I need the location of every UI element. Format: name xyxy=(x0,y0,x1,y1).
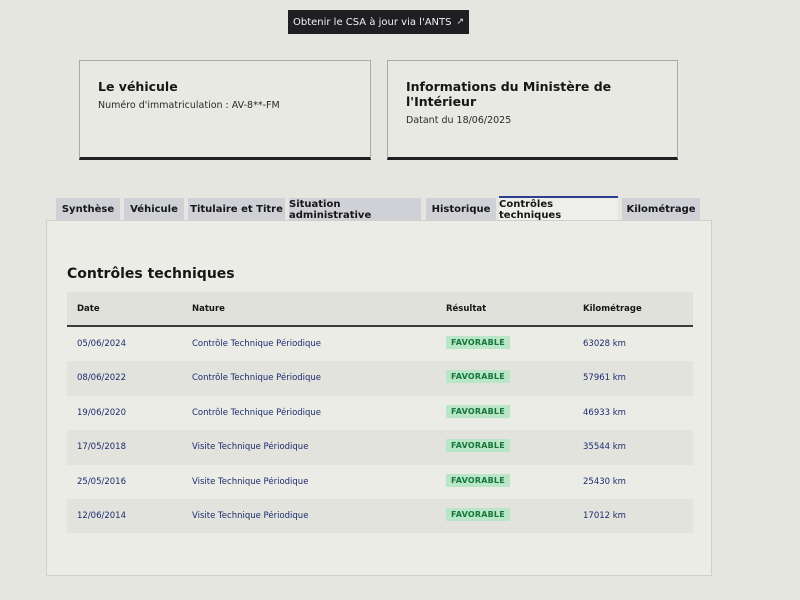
technical-controls-table: Date Nature Résultat Kilométrage 05/06/2… xyxy=(67,292,693,534)
tab-synthese[interactable]: Synthèse xyxy=(56,198,120,221)
tab-vehicule[interactable]: Véhicule xyxy=(124,198,184,221)
column-header-date: Date xyxy=(77,304,100,314)
row-mileage: 25430 km xyxy=(583,476,626,487)
ants-button-label: Obtenir le CSA à jour via l'ANTS xyxy=(292,16,452,28)
row-date: 05/06/2024 xyxy=(77,339,126,349)
vehicle-card-title: Le véhicule xyxy=(98,79,178,94)
tab-situation-administrative[interactable]: Situation administrative xyxy=(289,198,421,221)
table-header: Date Nature Résultat Kilométrage xyxy=(67,292,693,327)
tab-historique[interactable]: Historique xyxy=(426,198,496,221)
tab-kilometrage[interactable]: Kilométrage xyxy=(622,198,700,221)
table-row: 12/06/2014 Visite Technique Périodique F… xyxy=(67,498,693,534)
vehicle-card: Le véhicule Numéro d'immatriculation : A… xyxy=(79,60,371,160)
result-badge: FAVORABLE xyxy=(446,507,510,521)
row-date: 19/06/2020 xyxy=(77,407,126,418)
result-badge: FAVORABLE xyxy=(446,439,510,453)
table-row: 25/05/2016 Visite Technique Périodique F… xyxy=(67,465,693,499)
result-badge: FAVORABLE xyxy=(446,336,510,349)
ministry-date: Datant du 18/06/2025 xyxy=(406,115,512,126)
column-header-result: Résultat xyxy=(446,304,487,314)
result-badge: FAVORABLE xyxy=(446,404,510,418)
registration-number: Numéro d'immatriculation : AV-8**-FM xyxy=(98,100,280,111)
row-date: 12/06/2014 xyxy=(77,510,126,521)
section-title: Contrôles techniques xyxy=(67,266,235,282)
table-row: 08/06/2022 Contrôle Technique Périodique… xyxy=(67,361,693,396)
result-badge: FAVORABLE xyxy=(446,370,510,384)
table-row: 19/06/2020 Contrôle Technique Périodique… xyxy=(67,396,693,430)
table-row: 17/05/2018 Visite Technique Périodique F… xyxy=(67,430,693,465)
table-row: 05/06/2024 Contrôle Technique Périodique… xyxy=(67,327,693,361)
row-mileage: 57961 km xyxy=(583,373,626,384)
column-header-mileage: Kilométrage xyxy=(583,304,642,314)
row-nature: Visite Technique Périodique xyxy=(192,510,309,521)
result-badge: FAVORABLE xyxy=(446,473,510,487)
technical-controls-panel: Contrôles techniques Date Nature Résulta… xyxy=(46,220,712,576)
row-mileage: 17012 km xyxy=(583,510,626,521)
page: Obtenir le CSA à jour via l'ANTS ↗ Le vé… xyxy=(0,0,800,600)
row-nature: Contrôle Technique Périodique xyxy=(192,339,322,349)
row-nature: Contrôle Technique Périodique xyxy=(192,407,322,418)
row-mileage: 35544 km xyxy=(583,442,626,453)
row-date: 25/05/2016 xyxy=(77,476,126,487)
row-date: 17/05/2018 xyxy=(77,442,126,453)
row-nature: Visite Technique Périodique xyxy=(192,442,309,453)
row-nature: Contrôle Technique Périodique xyxy=(192,373,322,384)
row-date: 08/06/2022 xyxy=(77,373,126,384)
column-header-nature: Nature xyxy=(192,304,225,314)
row-nature: Visite Technique Périodique xyxy=(192,476,309,487)
tab-controles-techniques[interactable]: Contrôles techniques xyxy=(499,196,618,222)
ministry-card-title: Informations du Ministère de l'Intérieur xyxy=(406,79,612,109)
tab-titulaire[interactable]: Titulaire et Titre xyxy=(188,198,285,221)
row-mileage: 63028 km xyxy=(583,339,626,349)
external-link-icon: ↗ xyxy=(456,17,465,27)
ministry-card: Informations du Ministère de l'Intérieur… xyxy=(387,60,678,160)
ants-csa-button[interactable]: Obtenir le CSA à jour via l'ANTS ↗ xyxy=(288,10,469,34)
row-mileage: 46933 km xyxy=(583,407,626,418)
